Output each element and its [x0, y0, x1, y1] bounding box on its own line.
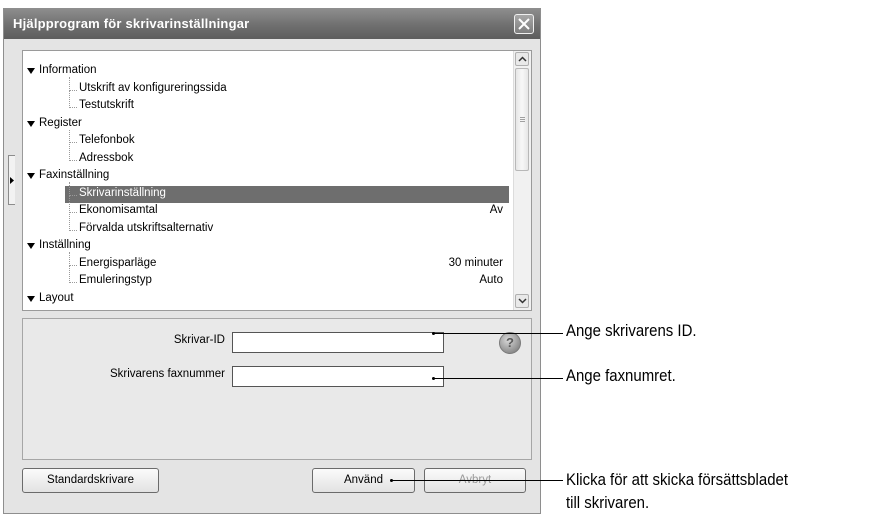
- fax-number-label: Skrivarens faxnummer: [109, 368, 225, 380]
- tree-item-label: Utskrift av konfigureringssida: [79, 81, 227, 94]
- settings-window: Hjälpprogram för skrivarinställningar In…: [3, 8, 541, 514]
- printer-id-label: Skrivar-ID: [173, 334, 225, 346]
- tree-item[interactable]: Adressbok: [65, 151, 509, 168]
- printer-id-callout: Ange skrivarens ID.: [566, 321, 697, 340]
- tree-item-value: 30 minuter: [448, 256, 503, 269]
- fax-number-callout: Ange faxnumret.: [566, 366, 676, 385]
- tree-group[interactable]: Layout: [23, 291, 509, 308]
- tree-item-label: Energisparläge: [79, 256, 157, 269]
- tree-group[interactable]: Faxinställning: [23, 168, 509, 185]
- printer-settings-form: Skrivar-ID Skrivarens faxnummer ?: [22, 318, 532, 460]
- window-title: Hjälpprogram för skrivarinställningar: [13, 16, 250, 31]
- tree-connector: [69, 129, 77, 143]
- tree-item-label: Förvalda utskriftsalternativ: [79, 221, 214, 234]
- tree-item[interactable]: Utskrift av konfigureringssida: [65, 81, 509, 98]
- fax-number-input[interactable]: [232, 366, 444, 387]
- tree-connector: [69, 194, 77, 213]
- tree-item-value: Av: [489, 204, 503, 216]
- tree-item[interactable]: Testutskrift: [65, 98, 509, 115]
- printer-id-leader-line: [433, 333, 563, 334]
- tree-item-label: Emuleringstyp: [79, 274, 152, 286]
- tree-connector: [69, 212, 77, 231]
- tree-group[interactable]: Information: [23, 63, 509, 80]
- tree-group[interactable]: Register: [23, 116, 509, 133]
- default-printer-button[interactable]: Standardskrivare: [22, 468, 159, 493]
- caret-down-icon[interactable]: [27, 295, 35, 302]
- close-icon: [518, 18, 530, 30]
- caret-down-icon[interactable]: [27, 173, 35, 179]
- tree-item[interactable]: Energisparläge 30 minuter: [65, 256, 509, 273]
- tree-item[interactable]: Förvalda utskriftsalternativ: [65, 221, 509, 238]
- tree-item-label: Adressbok: [79, 151, 134, 164]
- side-panel-toggle[interactable]: [8, 155, 15, 205]
- tree-item[interactable]: Telefonbok: [65, 133, 509, 150]
- printer-id-input[interactable]: [232, 332, 444, 353]
- caret-down-icon[interactable]: [27, 68, 35, 74]
- tree-item[interactable]: Emuleringstyp Auto: [65, 273, 509, 290]
- tree-connector: [69, 182, 77, 196]
- tree-scrollbar[interactable]: [513, 51, 531, 310]
- tree-item[interactable]: Skrivarinställning: [65, 185, 509, 203]
- tree-item-label: Telefonbok: [79, 134, 135, 146]
- tree-connector: [69, 89, 77, 108]
- tree-item-label: Faxinställning: [39, 169, 110, 181]
- chevron-up-icon: [518, 56, 527, 62]
- chevron-down-icon: [518, 298, 527, 304]
- fax-number-leader-line: [433, 378, 563, 379]
- scroll-down-button[interactable]: [515, 294, 529, 308]
- tree-item-label: Layout: [39, 291, 74, 304]
- settings-tree: Information Utskrift av konfigureringssid…: [22, 50, 532, 311]
- tree-connector: [69, 264, 77, 283]
- help-icon[interactable]: ?: [499, 332, 521, 354]
- caret-down-icon[interactable]: [27, 243, 35, 249]
- close-button[interactable]: [514, 14, 534, 34]
- apply-callout-line2: till skrivaren.: [566, 493, 650, 512]
- apply-callout-line1: Klicka för att skicka försättsbladet: [566, 470, 789, 489]
- tree-connector: [69, 252, 77, 266]
- tree-connector: [69, 142, 77, 161]
- caret-down-icon[interactable]: [27, 120, 35, 127]
- tree-item-label: Inställning: [39, 239, 91, 251]
- scroll-up-button[interactable]: [515, 52, 529, 66]
- tree-item-label: Ekonomisamtal: [79, 204, 158, 216]
- tree-group[interactable]: Inställning: [23, 238, 509, 255]
- tree-item-label: Register: [39, 116, 82, 129]
- tree-connector: [69, 77, 77, 91]
- tree-item-value: Auto: [479, 274, 503, 286]
- tree-item[interactable]: Ekonomisamtal Av: [65, 203, 509, 220]
- title-bar[interactable]: Hjälpprogram för skrivarinställningar: [4, 9, 540, 39]
- tree-item-label: Skrivarinställning: [79, 186, 166, 199]
- tree-item-label: Testutskrift: [79, 99, 134, 111]
- apply-leader-line: [391, 480, 563, 481]
- arrow-right-icon: [10, 177, 14, 184]
- scroll-thumb[interactable]: [515, 68, 529, 171]
- tree-item-label: Information: [39, 64, 97, 76]
